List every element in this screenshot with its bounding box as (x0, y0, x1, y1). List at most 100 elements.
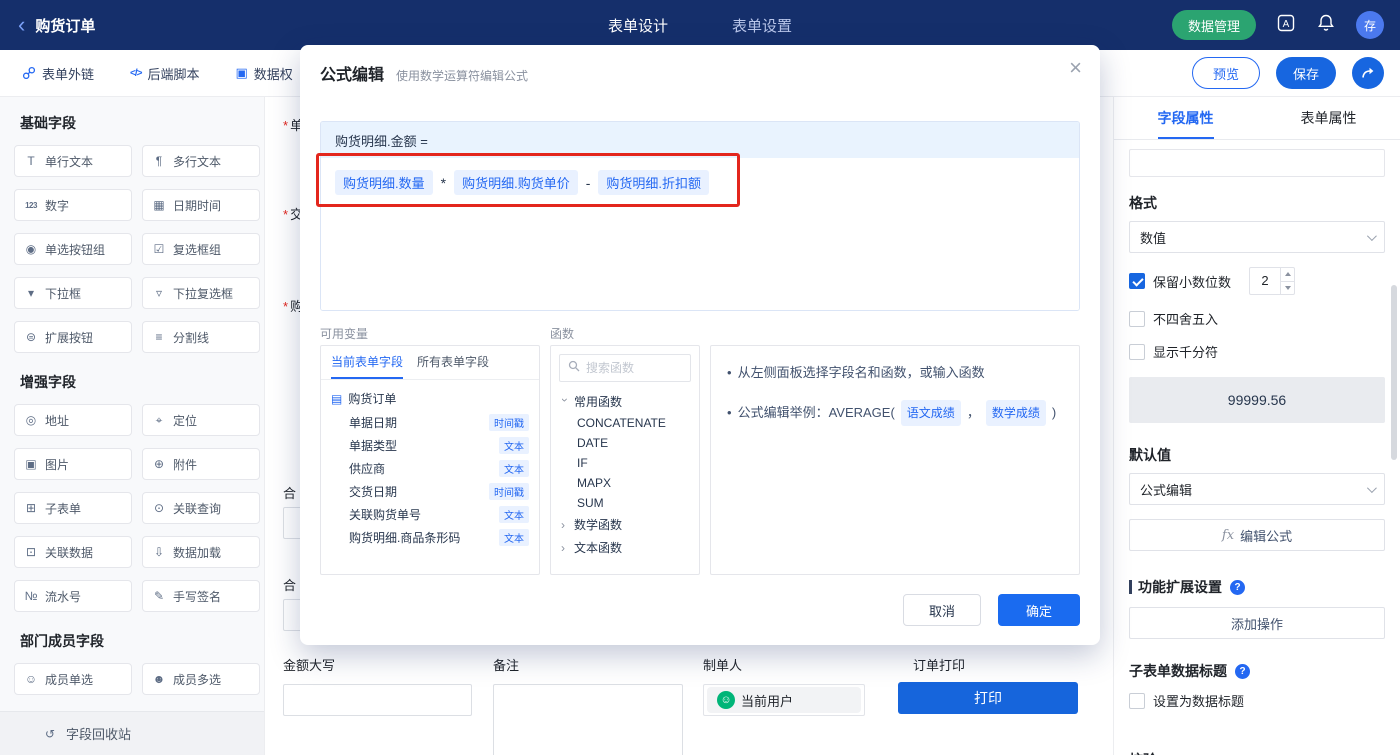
field-checkbox-group[interactable]: ☑ 复选框组 (142, 233, 260, 265)
field-serial-number[interactable]: № 流水号 (14, 580, 132, 612)
field-radio-group[interactable]: ◉ 单选按钮组 (14, 233, 132, 265)
variable-item[interactable]: 单据类型 文本 (321, 434, 539, 457)
thousand-separator-label: 显示千分符 (1153, 345, 1219, 360)
variable-item[interactable]: 交货日期 时间戳 (321, 480, 539, 503)
formula-field-token[interactable]: 购货明细.购货单价 (454, 170, 578, 195)
field-related-data[interactable]: ⊡ 关联数据 (14, 536, 132, 568)
scrollbar[interactable] (1391, 285, 1397, 460)
keep-decimal-checkbox[interactable] (1129, 273, 1145, 289)
field-multi-select[interactable]: ▿ 下拉复选框 (142, 277, 260, 309)
field-datetime[interactable]: ▦ 日期时间 (142, 189, 260, 221)
backend-script-item[interactable]: </> 后端脚本 (130, 64, 199, 83)
function-group-text[interactable]: › 文本函数 (551, 536, 699, 559)
default-value-select[interactable]: 公式编辑 (1129, 473, 1385, 505)
formula-body[interactable]: 购货明细.数量 * 购货明细.购货单价 - 购货明细.折扣额 (321, 158, 1079, 310)
field-member-single[interactable]: ☺ 成员单选 (14, 663, 132, 695)
close-icon[interactable]: × (1069, 57, 1082, 79)
form-external-link-item[interactable]: 表单外链 (22, 64, 94, 83)
language-icon[interactable]: A (1276, 13, 1296, 38)
address-icon: ◎ (25, 413, 37, 427)
function-item[interactable]: CONCATENATE (551, 413, 699, 433)
field-recycle-bin[interactable]: ↺ 字段回收站 (0, 711, 264, 755)
data-manage-button[interactable]: 数据管理 (1171, 10, 1256, 40)
field-number[interactable]: 123 数字 (14, 189, 132, 221)
creator-field[interactable]: ☺ 当前用户 (703, 684, 865, 716)
variables-pane: 当前表单字段 所有表单字段 ▤ 购货订单 单据日期 时间戳 单据类型 文本 供应商文… (320, 345, 540, 575)
function-group-math[interactable]: › 数学函数 (551, 513, 699, 536)
section-bar (1129, 580, 1132, 594)
print-button[interactable]: 打印 (898, 682, 1078, 714)
function-item[interactable]: IF (551, 453, 699, 473)
field-multi-line-text[interactable]: ¶ 多行文本 (142, 145, 260, 177)
preview-button[interactable]: 预览 (1192, 57, 1260, 89)
variable-item[interactable]: 关联购货单号 文本 (321, 503, 539, 526)
field-member-multi[interactable]: ☻ 成员多选 (142, 663, 260, 695)
field-data-load[interactable]: ⇩ 数据加载 (142, 536, 260, 568)
function-search-input[interactable] (586, 361, 682, 375)
variable-root[interactable]: ▤ 购货订单 (321, 386, 539, 411)
single-line-text-icon: T (27, 154, 35, 168)
stepper-up-icon[interactable] (1281, 268, 1294, 281)
stepper-down-icon[interactable] (1281, 280, 1295, 295)
field-label: 附件 (173, 457, 198, 472)
functions-pane-title: 函数 (550, 327, 575, 341)
decimal-stepper[interactable]: 2 (1249, 267, 1296, 295)
variable-item[interactable]: 单据日期 时间戳 (321, 411, 539, 434)
formula-field-token[interactable]: 购货明细.折扣额 (598, 170, 709, 195)
field-image[interactable]: ▣ 图片 (14, 448, 132, 480)
function-item[interactable]: SUM (551, 493, 699, 513)
field-label: 成员单选 (45, 672, 94, 687)
variable-item[interactable]: 购货明细.商品条形码 文本 (321, 526, 539, 549)
current-user-chip[interactable]: ☺ 当前用户 (707, 687, 861, 713)
save-button[interactable]: 保存 (1276, 57, 1336, 89)
field-attachment[interactable]: ⊕ 附件 (142, 448, 260, 480)
field-label-fragment: 合 (283, 486, 297, 501)
field-label: 关联查询 (173, 501, 222, 516)
chevron-icon: › (561, 517, 565, 532)
set-data-title-checkbox[interactable] (1129, 692, 1145, 709)
variable-item[interactable]: 供应商 文本 (321, 457, 539, 480)
field-related-query[interactable]: ⊙ 关联查询 (142, 492, 260, 524)
thousand-separator-checkbox[interactable] (1129, 343, 1145, 360)
creator-label: 制单人 (703, 658, 743, 673)
add-action-button[interactable]: 添加操作 (1129, 607, 1385, 639)
field-signature[interactable]: ✎ 手写签名 (142, 580, 260, 612)
property-input[interactable] (1129, 149, 1385, 177)
help-example-suffix: ) (1051, 405, 1057, 420)
tab-form-settings[interactable]: 表单设置 (732, 15, 792, 36)
no-rounding-label: 不四舍五入 (1153, 312, 1219, 327)
function-search[interactable] (559, 354, 691, 382)
cancel-button[interactable]: 取消 (903, 594, 981, 626)
bell-icon[interactable] (1316, 13, 1336, 38)
data-permission-item[interactable]: ▣ 数据权 (236, 64, 293, 83)
tab-field-properties[interactable]: 字段属性 (1114, 97, 1257, 139)
edit-formula-button[interactable]: fx 编辑公式 (1129, 519, 1385, 551)
field-single-line-text[interactable]: T 单行文本 (14, 145, 132, 177)
share-button[interactable] (1352, 57, 1384, 89)
help-icon[interactable]: ? (1235, 663, 1250, 679)
help-icon[interactable]: ? (1230, 579, 1245, 595)
no-rounding-checkbox[interactable] (1129, 310, 1145, 327)
field-select[interactable]: ▾ 下拉框 (14, 277, 132, 309)
function-group-common[interactable]: › 常用函数 (551, 390, 699, 413)
function-item[interactable]: DATE (551, 433, 699, 453)
tab-form-properties[interactable]: 表单属性 (1257, 97, 1400, 139)
field-subform[interactable]: ⊞ 子表单 (14, 492, 132, 524)
field-location[interactable]: ⌖ 定位 (142, 404, 260, 436)
function-item[interactable]: MAPX (551, 473, 699, 493)
avatar[interactable]: 存 (1356, 11, 1384, 39)
amount-words-input[interactable] (283, 684, 472, 716)
field-extend-button[interactable]: ⊜ 扩展按钮 (14, 321, 132, 353)
variable-name: 单据日期 (349, 416, 398, 430)
field-address[interactable]: ◎ 地址 (14, 404, 132, 436)
note-textarea[interactable] (493, 684, 683, 755)
back-icon[interactable]: ‹ (18, 14, 25, 36)
tab-form-design[interactable]: 表单设计 (608, 15, 668, 36)
format-select[interactable]: 数值 (1129, 221, 1385, 253)
subform-icon: ⊞ (25, 501, 37, 515)
confirm-button[interactable]: 确定 (998, 594, 1080, 626)
tab-all-form-fields[interactable]: 所有表单字段 (417, 346, 489, 379)
formula-field-token[interactable]: 购货明细.数量 (335, 170, 433, 195)
field-divider[interactable]: ≡ 分割线 (142, 321, 260, 353)
tab-current-form-fields[interactable]: 当前表单字段 (331, 346, 404, 379)
